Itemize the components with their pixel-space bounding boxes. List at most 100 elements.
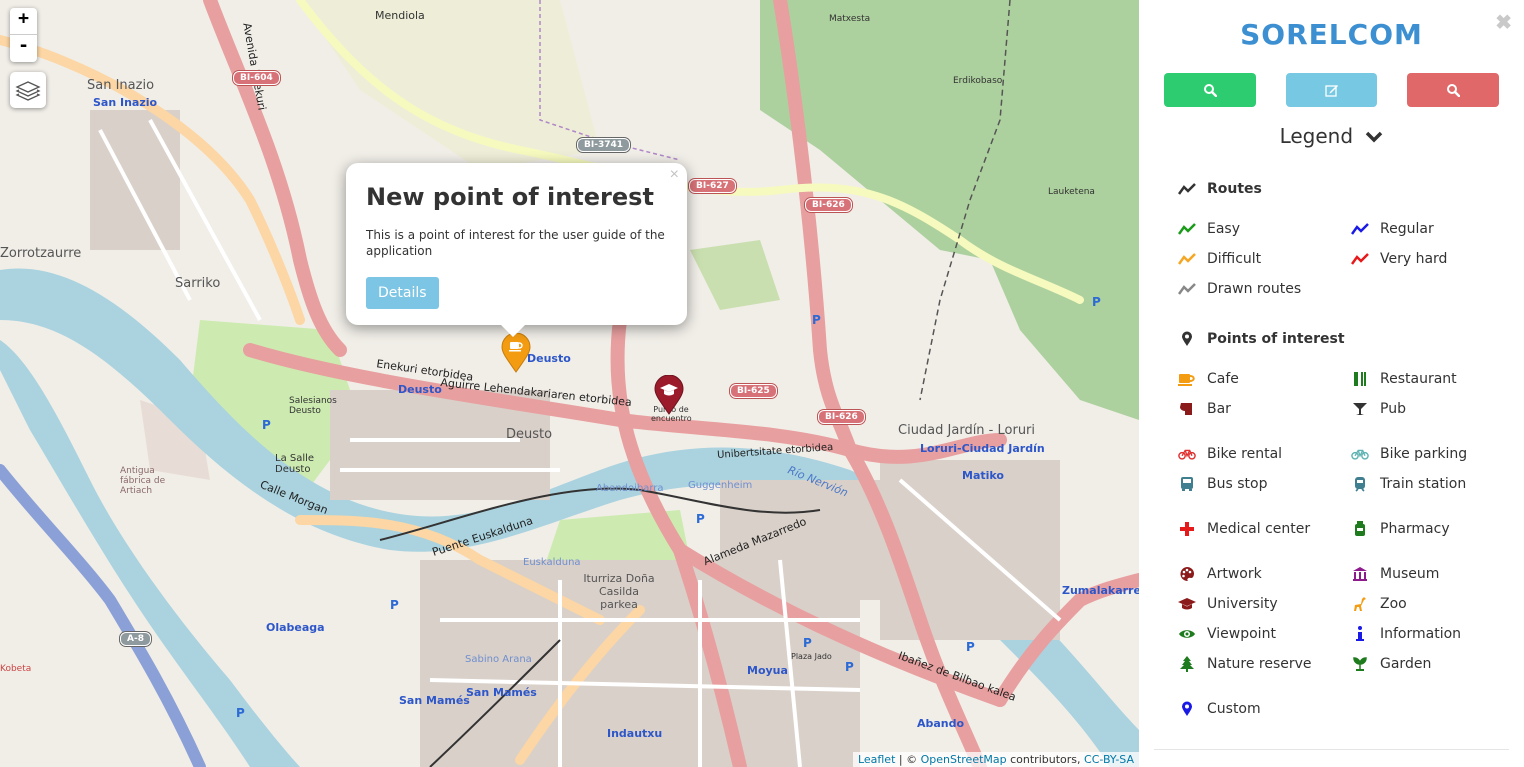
legend-label: Very hard xyxy=(1380,251,1448,267)
poi-header: Points of interest xyxy=(1178,330,1345,348)
place-label: Matxesta xyxy=(829,14,871,24)
place-label: Lauketena xyxy=(1048,187,1095,197)
legend-label: Bus stop xyxy=(1207,476,1268,492)
place-label: Loruri-Ciudad Jardín xyxy=(920,442,1045,455)
place-label: Ciudad Jardín - Loruri xyxy=(898,423,1036,438)
poi-header-label: Points of interest xyxy=(1207,331,1345,347)
train-station-icon xyxy=(1355,477,1365,492)
legend-information: Information xyxy=(1351,625,1461,643)
search-icon xyxy=(1204,84,1217,97)
place-label: Kobeta xyxy=(0,664,32,674)
legend-label: Artwork xyxy=(1207,566,1262,582)
bus-stop-icon xyxy=(1181,477,1193,491)
routes-header-label: Routes xyxy=(1207,181,1262,197)
legend-pub: Pub xyxy=(1351,400,1406,418)
zoom-in-button[interactable]: + xyxy=(10,8,37,35)
close-panel-button[interactable]: ✖ xyxy=(1495,10,1512,35)
legend-label: Zoo xyxy=(1380,596,1407,612)
layers-icon xyxy=(15,81,41,101)
parking-icon: P xyxy=(262,418,271,432)
parking-icon: P xyxy=(696,512,705,526)
legend-label: Train station xyxy=(1380,476,1467,492)
road-shield: BI-626 xyxy=(805,198,852,212)
university-icon xyxy=(1178,598,1196,610)
place-label: Matiko xyxy=(962,469,1004,482)
legend-viewpoint: Viewpoint xyxy=(1178,625,1276,643)
legend-very-hard: Very hard xyxy=(1351,250,1447,268)
legend-label: Viewpoint xyxy=(1207,626,1276,642)
legend-label: Medical center xyxy=(1207,521,1311,537)
search-icon xyxy=(1447,84,1460,97)
place-label: Sabino Arana xyxy=(465,654,532,665)
place-label: San Mamés xyxy=(466,686,537,699)
nature-reserve-icon xyxy=(1180,656,1194,672)
legend-cafe: Cafe xyxy=(1178,370,1239,388)
zoom-out-button[interactable]: - xyxy=(10,35,37,62)
viewpoint-icon xyxy=(1179,630,1195,638)
legend-museum: Museum xyxy=(1351,565,1439,583)
garden-icon xyxy=(1353,657,1367,671)
pharmacy-icon xyxy=(1355,521,1365,536)
zoom-control: + - xyxy=(10,8,37,62)
legend-bike-parking: Bike parking xyxy=(1351,445,1467,463)
bike-parking-icon xyxy=(1351,449,1369,460)
place-label: Antigua fábrica de Artiach xyxy=(120,466,166,496)
attribution-contributors: contributors, xyxy=(1006,753,1085,766)
place-label: Abandoibarra xyxy=(596,483,664,494)
legend-drawn-routes: Drawn routes xyxy=(1178,280,1301,298)
legend-medical-center: Medical center xyxy=(1178,520,1310,538)
place-label: Mendiola xyxy=(375,9,425,22)
details-button[interactable]: Details xyxy=(366,277,439,309)
attribution-separator: | © xyxy=(895,753,921,766)
place-label: Abando xyxy=(917,717,965,730)
license-link[interactable]: CC-BY-SA xyxy=(1084,753,1134,766)
app-title: SORELCOM xyxy=(1240,18,1423,51)
layers-button[interactable] xyxy=(10,72,46,108)
place-label: Erdikobaso xyxy=(953,76,1003,86)
legend-label: Bike rental xyxy=(1207,446,1283,462)
search-poi-button[interactable] xyxy=(1407,73,1499,107)
easy-route-icon xyxy=(1178,223,1196,235)
edit-button[interactable] xyxy=(1286,73,1377,107)
map-attribution: Leaflet | © OpenStreetMap contributors, … xyxy=(852,752,1139,767)
university-marker-icon[interactable] xyxy=(654,375,684,415)
legend-toggle[interactable]: Legend xyxy=(1139,124,1524,148)
legend-label: Pharmacy xyxy=(1380,521,1450,537)
popup-title: New point of interest xyxy=(366,183,654,211)
place-label: Euskalduna xyxy=(523,557,581,568)
place-label: Plaza Jado xyxy=(791,652,832,661)
legend-label: Easy xyxy=(1207,221,1241,237)
legend-label: University xyxy=(1207,596,1278,612)
zoo-icon xyxy=(1354,597,1366,611)
parking-icon: P xyxy=(390,598,399,612)
legend-label: Information xyxy=(1380,626,1462,642)
place-label: Zumalakarregi xyxy=(1062,584,1139,597)
museum-icon xyxy=(1353,567,1367,581)
parking-icon: P xyxy=(803,636,812,650)
very-hard-route-icon xyxy=(1351,253,1369,265)
panel-divider xyxy=(1154,749,1509,750)
pub-icon xyxy=(1353,403,1367,415)
cafe-marker-icon[interactable] xyxy=(501,333,531,373)
search-routes-button[interactable] xyxy=(1164,73,1256,107)
legend-label: Cafe xyxy=(1207,371,1239,387)
legend-label: Museum xyxy=(1380,566,1440,582)
place-label: San Mamés xyxy=(399,694,470,707)
osm-link[interactable]: OpenStreetMap xyxy=(921,753,1007,766)
legend-artwork: Artwork xyxy=(1178,565,1262,583)
map-marker-icon xyxy=(1182,331,1192,346)
legend-label: Bar xyxy=(1207,401,1231,417)
custom-icon xyxy=(1182,701,1192,716)
popup-description: This is a point of interest for the user… xyxy=(366,228,665,258)
road-shield: BI-626 xyxy=(818,410,865,424)
map-view[interactable]: Mendiola Matxesta Erdikobaso Lauketena S… xyxy=(0,0,1139,767)
legend-label: Regular xyxy=(1380,221,1434,237)
bike-rental-icon xyxy=(1178,449,1196,460)
legend-regular: Regular xyxy=(1351,220,1434,238)
place-label: Deusto xyxy=(527,352,571,365)
popup-close-button[interactable]: × xyxy=(670,166,679,184)
chevron-down-icon xyxy=(1366,131,1383,143)
cafe-icon xyxy=(1178,374,1195,386)
poi-popup: × New point of interest This is a point … xyxy=(346,163,687,325)
leaflet-link[interactable]: Leaflet xyxy=(858,753,895,766)
